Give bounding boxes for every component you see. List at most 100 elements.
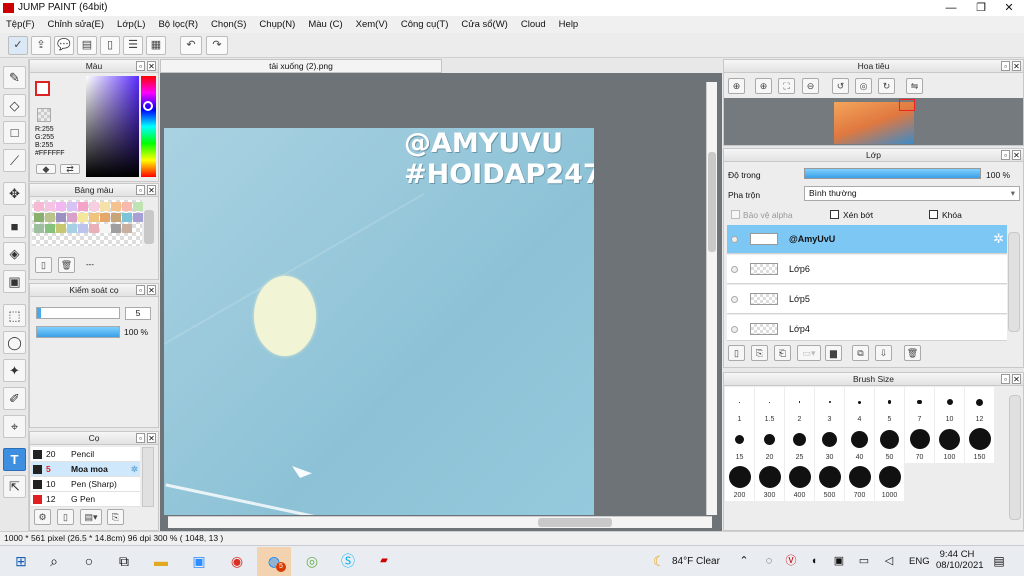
brush-size-option[interactable]: 3 [815, 387, 844, 425]
select-tool-icon[interactable]: ⬚ [3, 304, 26, 327]
palette-swatch[interactable] [133, 202, 143, 211]
palette-scrollbar[interactable] [144, 210, 154, 244]
palette-swatch[interactable] [122, 202, 132, 211]
brush-size-option[interactable]: 2 [785, 387, 814, 425]
tray-icon-2[interactable]: Ⓥ [782, 552, 800, 570]
zoom-app-icon[interactable]: ▣ [190, 552, 208, 570]
new-brush-icon[interactable]: ▯ [57, 509, 74, 525]
panel-close-icon[interactable]: ✕ [147, 285, 156, 295]
menu-layer[interactable]: Lớp(L) [111, 16, 152, 33]
pen-select-tool-icon[interactable]: ✐ [3, 387, 26, 410]
brush-list-scrollbar[interactable] [142, 447, 154, 507]
panel-float-icon[interactable]: ▫ [136, 61, 145, 71]
palette-swatch[interactable] [56, 202, 66, 211]
chevron-up-icon[interactable]: ⌃ [735, 552, 753, 570]
palette-swatch[interactable] [34, 202, 44, 211]
check-icon[interactable]: ✓ [8, 36, 28, 55]
brush-size-option[interactable]: 4 [845, 387, 874, 425]
tray-icon-1[interactable]: ◌ [760, 552, 778, 570]
merge-layer-icon[interactable]: ⇩ [875, 345, 892, 361]
clock[interactable]: 9:44 CH 08/10/2021 [936, 549, 984, 571]
navigator-preview-area[interactable] [724, 98, 1023, 145]
palette-swatch[interactable] [89, 213, 99, 222]
duplicate-layer-icon[interactable]: ⧉ [852, 345, 869, 361]
palette-swatch[interactable] [78, 202, 88, 211]
panel-float-icon[interactable]: ▫ [1001, 150, 1010, 160]
palette-swatch[interactable] [78, 213, 88, 222]
document-tab[interactable]: tải xuống (2).png [160, 59, 442, 73]
menu-capture[interactable]: Chụp(N) [253, 16, 302, 33]
panel-close-icon[interactable]: ✕ [147, 185, 156, 195]
maximize-button[interactable]: ❐ [966, 0, 996, 16]
menu-edit[interactable]: Chỉnh sửa(E) [42, 16, 112, 33]
layer-row[interactable]: Lớp4 [727, 315, 1007, 341]
canvas-vertical-scrollbar[interactable] [706, 82, 717, 515]
panel-close-icon[interactable]: ✕ [147, 433, 156, 443]
layer-settings-gear-icon[interactable]: ✲ [993, 231, 1004, 247]
bucket-tool-icon[interactable]: ◈ [3, 242, 26, 265]
brush-size-option[interactable]: 700 [845, 463, 874, 501]
brush-size-option[interactable]: 40 [845, 425, 874, 463]
panel-float-icon[interactable]: ▫ [1001, 374, 1010, 384]
palette-swatch[interactable] [89, 202, 99, 211]
notification-center-icon[interactable]: ▤ [990, 552, 1008, 570]
palette-swatch[interactable] [45, 224, 55, 233]
artwork-canvas[interactable]: @AMYUVU #HOIDAP247 [164, 128, 594, 515]
menu-cloud[interactable]: Cloud [515, 16, 553, 33]
brush-import-icon[interactable]: ⎘ [107, 509, 124, 525]
new-layer-icon[interactable]: ▯ [728, 345, 745, 361]
brush-item[interactable]: 10 Pen (Sharp) [31, 477, 140, 492]
rotate-left-icon[interactable]: ↺ [832, 78, 849, 94]
palette-swatch[interactable] [34, 224, 44, 233]
navigator-viewport-box[interactable] [899, 99, 915, 111]
lasso-tool-icon[interactable]: ◯ [3, 331, 26, 354]
layer-row[interactable]: Lớp6 [727, 255, 1007, 284]
brush-item[interactable]: 20 Pencil [31, 447, 140, 462]
brush-opacity-slider[interactable] [36, 326, 120, 338]
brush-size-option[interactable]: 200 [725, 463, 754, 501]
fill-rect-tool-icon[interactable]: ■ [3, 215, 26, 238]
transparent-color[interactable] [37, 108, 51, 122]
panel-close-icon[interactable]: ✕ [147, 61, 156, 71]
brush-settings-icon[interactable]: ⚙ [34, 509, 51, 525]
brush-size-option[interactable]: 150 [965, 425, 994, 463]
menu-window[interactable]: Cửa sổ(W) [455, 16, 514, 33]
palette-grid[interactable] [32, 200, 143, 246]
rect-select-tool-icon[interactable]: □ [3, 121, 26, 144]
file-explorer-icon[interactable]: ▬ [152, 552, 170, 570]
brush-size-value[interactable]: 5 [125, 307, 151, 320]
palette-swatch[interactable] [56, 224, 66, 233]
brush-size-slider[interactable] [36, 307, 120, 319]
fit-window-icon[interactable]: ⛶ [778, 78, 795, 94]
layer-type-menu-icon[interactable]: ▭▾ [797, 345, 821, 361]
brush-size-option[interactable]: 1000 [875, 463, 904, 501]
search-icon[interactable]: ⌕ [45, 552, 63, 570]
brush-item[interactable]: 12 G Pen [31, 492, 140, 507]
network-icon[interactable]: ▭ [855, 552, 873, 570]
panel-float-icon[interactable]: ▫ [136, 285, 145, 295]
palette-swatch[interactable] [111, 213, 121, 222]
hue-slider[interactable] [141, 76, 156, 177]
zoom-out-icon[interactable]: ⊖ [802, 78, 819, 94]
line-tool-icon[interactable]: ⟋ [3, 149, 26, 172]
palette-swatch[interactable] [45, 202, 55, 211]
brush-size-option[interactable]: 50 [875, 425, 904, 463]
task-view-icon[interactable]: ⧉ [115, 552, 133, 570]
panel-float-icon[interactable]: ▫ [136, 185, 145, 195]
export-icon[interactable]: ⇪ [31, 36, 51, 55]
palette-swatch[interactable] [89, 224, 99, 233]
new-text-layer-icon[interactable]: ⎗ [774, 345, 791, 361]
brush-size-option[interactable]: 100 [935, 425, 964, 463]
horizontal-scroll-thumb[interactable] [538, 518, 612, 527]
eraser-tool-icon[interactable]: ◇ [3, 94, 26, 117]
undo-icon[interactable]: ↶ [180, 36, 202, 55]
menu-select[interactable]: Chọn(S) [205, 16, 253, 33]
palette-swatch[interactable] [100, 202, 110, 211]
new-vector-layer-icon[interactable]: ⎘ [751, 345, 768, 361]
eyedropper-icon[interactable]: ◆ [36, 164, 56, 174]
edit-select-tool-icon[interactable]: ⌖ [3, 415, 26, 438]
panel-close-icon[interactable]: ✕ [1012, 374, 1021, 384]
panel-float-icon[interactable]: ▫ [1001, 61, 1010, 71]
visibility-icon[interactable] [731, 266, 738, 273]
brush-tool-icon[interactable]: ✎ [3, 66, 26, 89]
